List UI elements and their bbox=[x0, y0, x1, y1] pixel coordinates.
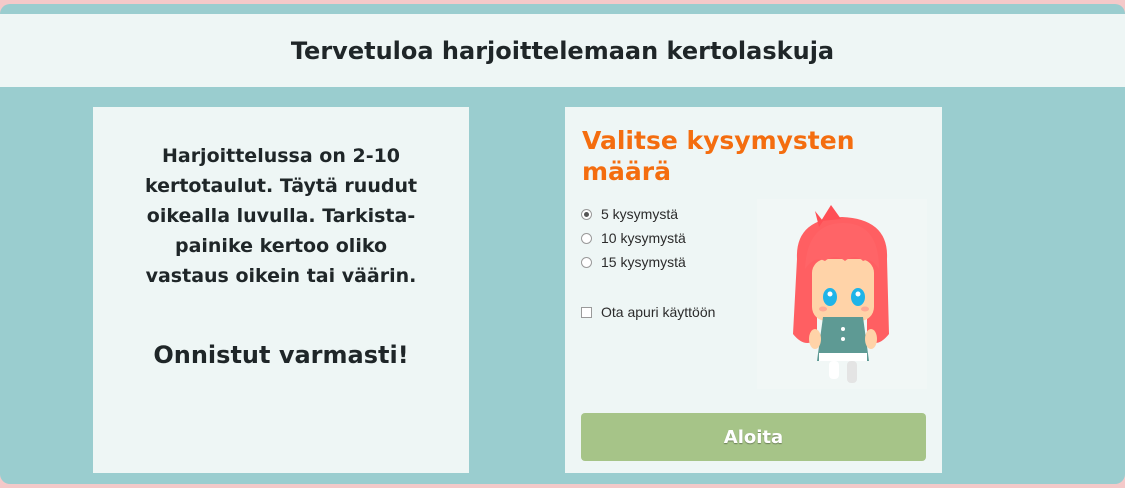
page-header: Tervetuloa harjoittelemaan kertolaskuja bbox=[0, 14, 1125, 87]
radio-15[interactable] bbox=[581, 256, 592, 268]
page-title: Tervetuloa harjoittelemaan kertolaskuja bbox=[290, 36, 835, 65]
start-button[interactable]: Aloita bbox=[581, 413, 926, 461]
helper-checkbox[interactable] bbox=[581, 306, 592, 318]
option-label: 10 kysymystä bbox=[601, 230, 686, 246]
instructions-text: Harjoittelussa on 2-10 kertotaulut. Täyt… bbox=[121, 141, 441, 291]
helper-label: Ota apuri käyttöön bbox=[601, 304, 716, 320]
option-10-questions[interactable]: 10 kysymystä bbox=[581, 226, 715, 250]
instructions-line: Harjoittelussa on 2-10 bbox=[161, 145, 401, 167]
instructions-line: kertotaulut. Täytä ruudut bbox=[144, 175, 418, 197]
radio-10[interactable] bbox=[581, 232, 592, 244]
instructions-line: oikealla luvulla. Tarkista- bbox=[146, 205, 416, 227]
motto-text: Onnistut varmasti! bbox=[153, 341, 409, 369]
radio-5[interactable] bbox=[581, 208, 592, 220]
instructions-line: vastaus oikein tai väärin. bbox=[145, 265, 417, 287]
helper-option[interactable]: Ota apuri käyttöön bbox=[581, 300, 715, 324]
question-count-options: 5 kysymystä 10 kysymystä 15 kysymystä Ot… bbox=[581, 202, 715, 324]
option-5-questions[interactable]: 5 kysymystä bbox=[581, 202, 715, 226]
option-label: 5 kysymystä bbox=[601, 206, 679, 222]
girl-character-illustration bbox=[757, 199, 927, 389]
settings-title: Valitse kysymysten määrä bbox=[582, 126, 855, 186]
option-15-questions[interactable]: 15 kysymystä bbox=[581, 250, 715, 274]
option-label: 15 kysymystä bbox=[601, 254, 686, 270]
instructions-card: Harjoittelussa on 2-10 kertotaulut. Täyt… bbox=[93, 107, 469, 473]
app-frame: Tervetuloa harjoittelemaan kertolaskuja … bbox=[0, 4, 1125, 484]
instructions-line: painike kertoo oliko bbox=[174, 235, 388, 257]
settings-card: Valitse kysymysten määrä 5 kysymystä 10 … bbox=[565, 107, 942, 473]
